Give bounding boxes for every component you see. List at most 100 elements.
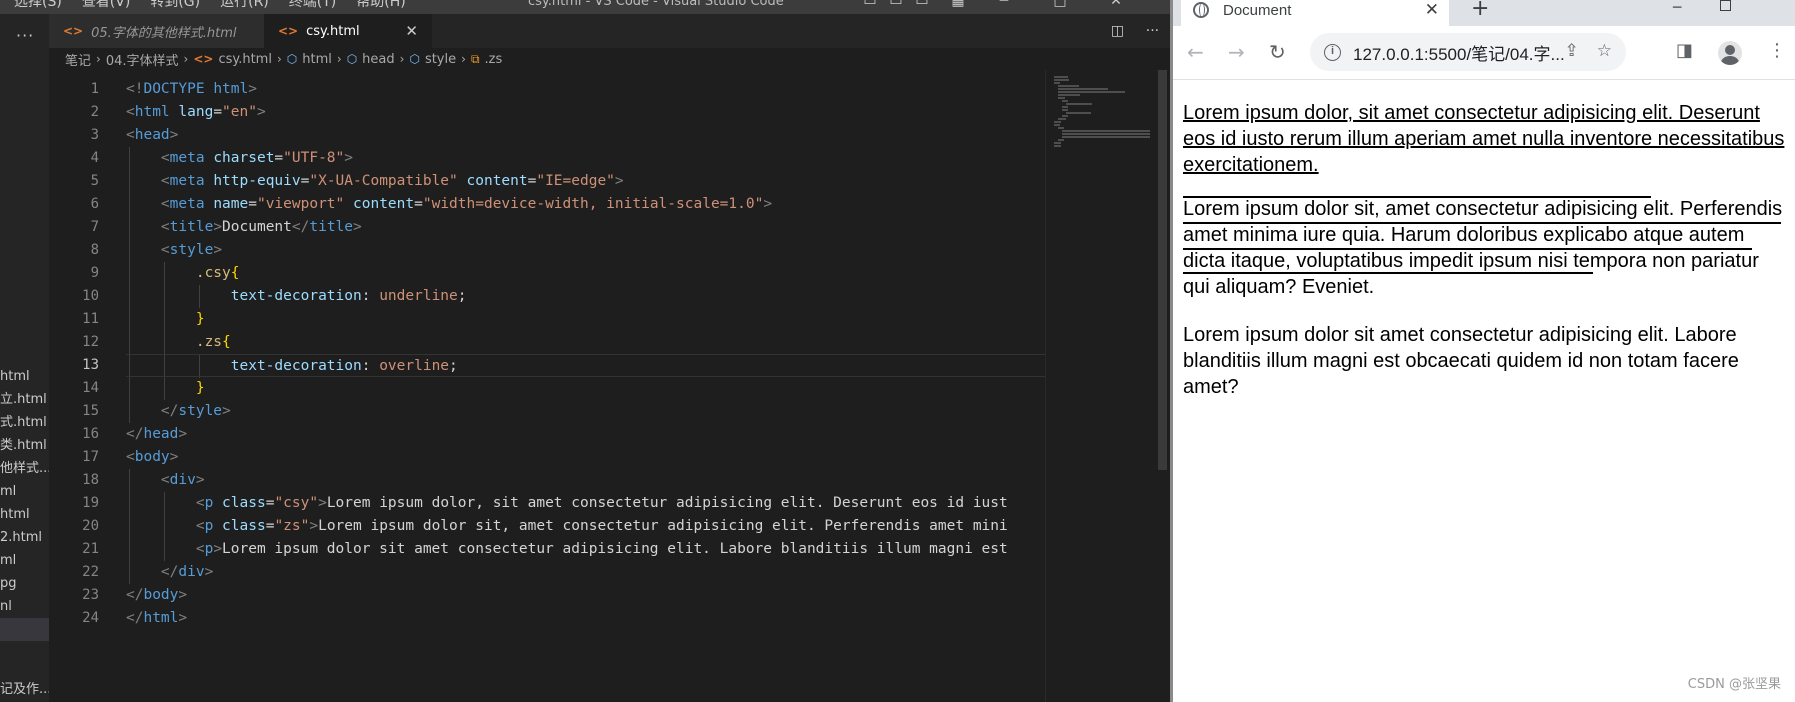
breadcrumb-item[interactable]: ⬡ html	[287, 52, 332, 67]
split-editor-icon[interactable]: ◫	[1111, 23, 1124, 39]
chevron-right-icon: ›	[461, 52, 466, 66]
overline-rule	[1183, 248, 1752, 250]
chevron-right-icon: ›	[96, 52, 101, 66]
chevron-right-icon: ›	[276, 52, 282, 66]
browser-tab-document[interactable]: Document ✕	[1181, 0, 1449, 26]
code-line[interactable]: <meta name="viewport" content="width=dev…	[126, 193, 1046, 216]
tab-csy-html[interactable]: <> csy.html ✕	[264, 14, 432, 48]
code-line[interactable]: <title>Document</title>	[126, 216, 1046, 239]
code-line[interactable]: .csy{	[126, 262, 1046, 285]
menu-view[interactable]: 查看(V)	[82, 0, 131, 12]
explorer-folder-item[interactable]: 记及作...	[0, 678, 49, 697]
file-item[interactable]: 他样式...	[0, 457, 49, 480]
close-tab-icon[interactable]: ✕	[405, 22, 418, 40]
close-tab-icon[interactable]: ✕	[1425, 0, 1439, 20]
address-bar[interactable]: i 127.0.0.1:5500/笔记/04.字... ⇪ ☆	[1310, 33, 1626, 71]
code-editor[interactable]: <!DOCTYPE html> <html lang="en"> <head> …	[126, 78, 1046, 630]
code-line[interactable]: <style>	[126, 239, 1046, 262]
file-item[interactable]: pg	[0, 572, 49, 595]
reload-icon[interactable]: ↻	[1269, 40, 1286, 64]
minimize-icon[interactable]: ─	[994, 0, 1014, 10]
code-line[interactable]: </div>	[126, 561, 1046, 584]
code-line[interactable]: <meta charset="UTF-8">	[126, 147, 1046, 170]
scrollbar-thumb[interactable]	[1158, 70, 1167, 470]
breadcrumb-label: csy.html	[218, 51, 272, 67]
file-item[interactable]: 类.html	[0, 434, 49, 457]
toggle-secondary-sidebar-icon[interactable]: ▭	[912, 0, 932, 10]
file-item[interactable]: 2.html	[0, 526, 49, 549]
code-line-current[interactable]: text-decoration: overline;	[126, 354, 1046, 378]
code-line[interactable]: <p class="csy">Lorem ipsum dolor, sit am…	[126, 492, 1046, 515]
breadcrumb-item[interactable]: 笔记	[65, 50, 91, 69]
file-item[interactable]: ml	[0, 480, 49, 503]
menu-terminal[interactable]: 终端(T)	[289, 0, 336, 12]
file-item[interactable]: 式.html	[0, 411, 49, 434]
toggle-panel-icon[interactable]: ▭	[886, 0, 906, 10]
code-line[interactable]: .zs{	[126, 331, 1046, 354]
file-item-selected[interactable]	[0, 618, 49, 641]
code-line[interactable]: <meta http-equiv="X-UA-Compatible" conte…	[126, 170, 1046, 193]
file-item[interactable]: nl	[0, 595, 49, 618]
tab-05-font-styles[interactable]: <> 05.字体的其他样式.html	[49, 14, 264, 48]
code-line[interactable]: <div>	[126, 469, 1046, 492]
menu-run[interactable]: 运行(R)	[220, 0, 269, 12]
breadcrumb-item[interactable]: 04.字体样式	[106, 50, 179, 69]
maximize-icon[interactable]	[1720, 0, 1731, 11]
breadcrumb-item[interactable]: <> csy.html	[193, 52, 272, 67]
file-item[interactable]: html	[0, 503, 49, 526]
minimap-line	[1058, 97, 1065, 99]
profile-avatar[interactable]	[1718, 41, 1742, 65]
maximize-icon[interactable]: □	[1050, 0, 1070, 10]
code-line[interactable]: }	[126, 308, 1046, 331]
line-number: 10	[82, 288, 99, 304]
back-arrow-icon[interactable]: ←	[1187, 40, 1204, 64]
breadcrumb-item[interactable]: ⧉ .zs	[471, 52, 502, 67]
line-number: 9	[90, 265, 99, 281]
indent-guide	[164, 492, 165, 515]
indent-guide	[164, 262, 165, 285]
html-file-icon: <>	[63, 24, 84, 38]
code-line[interactable]: <p class="zs">Lorem ipsum dolor sit, ame…	[126, 515, 1046, 538]
minimap[interactable]	[1045, 70, 1155, 702]
more-actions-icon[interactable]: ···	[1146, 23, 1159, 39]
code-line[interactable]: <p>Lorem ipsum dolor sit amet consectetu…	[126, 538, 1046, 561]
side-panel-icon[interactable]: ◨	[1676, 40, 1693, 61]
breadcrumb-item[interactable]: ⬡ head	[347, 52, 395, 67]
indent-guide	[164, 538, 165, 561]
bookmark-star-icon[interactable]: ☆	[1597, 41, 1612, 61]
indent-guide	[129, 492, 130, 515]
share-icon[interactable]: ⇪	[1565, 41, 1579, 61]
code-line[interactable]: </body>	[126, 584, 1046, 607]
minimap-line	[1058, 118, 1066, 120]
customize-layout-icon[interactable]: ▦	[948, 0, 968, 10]
code-line[interactable]: <body>	[126, 446, 1046, 469]
code-line[interactable]: text-decoration: underline;	[126, 285, 1046, 308]
forward-arrow-icon[interactable]: →	[1228, 40, 1245, 64]
toggle-primary-sidebar-icon[interactable]: ▭	[860, 0, 880, 10]
minimize-icon[interactable]: ─	[1673, 0, 1681, 16]
new-tab-icon[interactable]: +	[1471, 0, 1489, 20]
more-vertical-icon[interactable]: ⋮	[1768, 40, 1786, 61]
menu-select[interactable]: 选择(S)	[14, 0, 62, 12]
breadcrumb-item[interactable]: ⬡ style	[409, 52, 456, 67]
code-line[interactable]: </head>	[126, 423, 1046, 446]
code-line[interactable]: </style>	[126, 400, 1046, 423]
code-line[interactable]: }	[126, 377, 1046, 400]
site-info-icon[interactable]: i	[1324, 43, 1341, 61]
vertical-scrollbar[interactable]	[1155, 70, 1170, 702]
menu-goto[interactable]: 转到(G)	[150, 0, 200, 12]
file-item[interactable]: ml	[0, 549, 49, 572]
close-icon[interactable]: ✕	[1106, 0, 1126, 10]
element-cube-icon: ⬡	[409, 52, 420, 66]
code-line[interactable]: <!DOCTYPE html>	[126, 78, 1046, 101]
code-line[interactable]: <head>	[126, 124, 1046, 147]
more-actions-icon[interactable]: ···	[16, 26, 34, 45]
code-line[interactable]: </html>	[126, 607, 1046, 630]
menu-help[interactable]: 帮助(H)	[356, 0, 405, 12]
file-item[interactable]: 立.html	[0, 388, 49, 411]
file-item[interactable]: html	[0, 365, 49, 388]
minimap-line	[1054, 121, 1061, 123]
minimap-line	[1054, 76, 1069, 78]
code-line[interactable]: <html lang="en">	[126, 101, 1046, 124]
breadcrumb-label: style	[424, 51, 457, 67]
